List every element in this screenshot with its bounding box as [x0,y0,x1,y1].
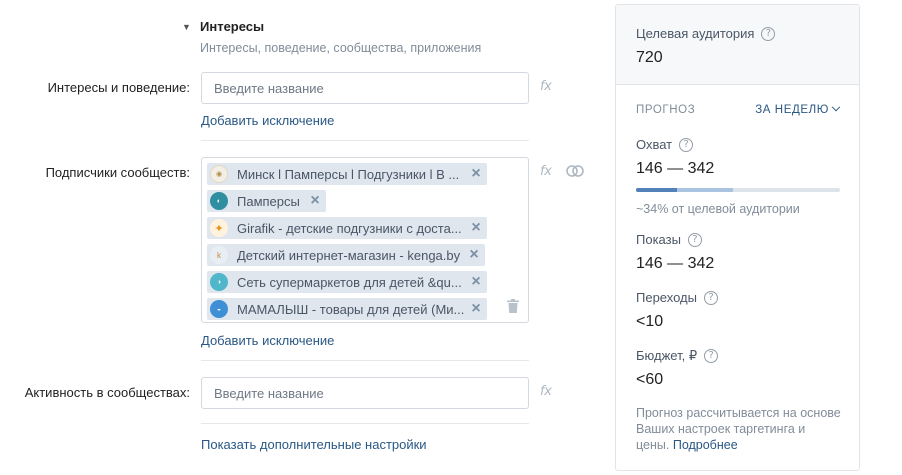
community-token: ✦ Girafik - детские подгузники с доста..… [207,217,487,239]
divider [201,360,529,361]
activity-input-wrapper [201,377,529,409]
community-token: ◑ Сеть супермаркетов для детей &qu... × [207,271,487,293]
reach-label: Охват ? [636,137,694,152]
impressions-label-text: Показы [636,232,681,247]
divider [201,140,529,141]
pampers-minsk-avatar-icon: ◉ [210,165,228,183]
section-title: Интересы [200,19,265,34]
activity-fx-icon[interactable]: fx [540,384,552,399]
mamalysh-avatar-icon: ◒ [210,300,228,318]
community-token: ◒ МАМАЛЫШ - товары для детей (Ми... × [207,298,487,320]
remove-token-close-icon[interactable]: × [465,217,487,239]
forecast-footnote: Прогноз рассчитывается на основе Ваших н… [636,405,841,453]
help-question-icon[interactable]: ? [704,349,719,363]
section-subtitle: Интересы, поведение, сообщества, приложе… [200,41,482,55]
help-question-icon[interactable]: ? [703,290,718,305]
supermarket-avatar-icon: ◑ [210,273,228,291]
activity-label: Активность в сообществах: [24,385,190,400]
remove-token-close-icon[interactable]: × [465,271,487,293]
audience-label-text: Целевая аудитория [636,26,755,41]
budget-label-text: Бюджет, ₽ [636,348,698,363]
impressions-value: 146 — 342 [636,255,715,272]
intersection-rings-icon[interactable] [566,164,584,178]
interests-add-exclusion-link[interactable]: Добавить исключение [201,113,334,128]
reach-value: 146 — 342 [636,160,715,177]
impressions-label: Показы ? [636,232,702,247]
community-token-name: МАМАЛЫШ - товары для детей (Ми... [237,301,465,317]
chevron-down-icon [831,102,841,112]
help-question-icon[interactable]: ? [761,26,776,41]
subscribers-token-field[interactable]: ◉ Минск l Памперсы l Подгузники l В ... … [201,157,529,323]
girafik-avatar-icon: ✦ [210,219,228,237]
remove-token-close-icon[interactable]: × [463,244,485,266]
reach-label-text: Охват [636,137,673,152]
show-more-settings-link[interactable]: Показать дополнительные настройки [201,437,427,452]
community-token-name: Сеть супермаркетов для детей &qu... [237,274,462,290]
forecast-panel: Целевая аудитория ? 720 ПРОГНОЗ ЗА НЕДЕЛ… [615,4,860,471]
subscribers-fx-icon[interactable]: fx [540,164,552,179]
clicks-label-text: Переходы [636,290,697,305]
reach-progress-bar [636,188,840,192]
budget-value: <60 [636,371,664,388]
forecast-label: ПРОГНОЗ [636,104,696,116]
audience-summary [616,5,859,85]
budget-label: Бюджет, ₽ ? [636,348,719,364]
community-token: ◐ Памперсы × [207,190,326,212]
audience-label: Целевая аудитория ? [636,26,776,41]
interests-label: Интересы и поведение: [47,80,190,95]
pampers-avatar-icon: ◐ [210,192,228,210]
help-question-icon[interactable]: ? [679,137,694,152]
remove-token-close-icon[interactable]: × [465,163,487,185]
more-info-link[interactable]: Подробнее [673,438,738,452]
clicks-value: <10 [636,313,664,330]
reach-note: ~34% от целевой аудитории [636,202,800,216]
interests-input-wrapper [201,72,529,104]
kenga-avatar-icon: k [210,246,228,264]
divider [201,423,529,424]
reach-bar-low [636,188,678,192]
community-token-name: Памперсы [237,193,300,209]
remove-token-close-icon[interactable]: × [465,298,487,320]
community-token-name: Girafik - детские подгузники с доста... [237,220,462,236]
help-question-icon[interactable]: ? [687,232,702,247]
period-dropdown[interactable]: ЗА НЕДЕЛЮ [755,102,841,116]
remove-token-close-icon[interactable]: × [304,190,326,212]
clicks-label: Переходы ? [636,290,718,305]
community-token-name: Минск l Памперсы l Подгузники l В ... [237,166,460,182]
interests-input[interactable] [202,73,528,103]
subscribers-add-exclusion-link[interactable]: Добавить исключение [201,333,334,348]
footnote-text: Прогноз рассчитывается на основе Ваших н… [636,406,841,452]
collapse-triangle-icon[interactable]: ▼ [182,22,191,32]
audience-value: 720 [636,49,663,66]
period-label: ЗА НЕДЕЛЮ [755,104,829,116]
community-token: ◉ Минск l Памперсы l Подгузники l В ... … [207,163,487,185]
trash-icon[interactable] [507,299,519,313]
subscribers-label: Подписчики сообществ: [45,165,190,180]
community-token: k Детский интернет-магазин - kenga.by × [207,244,485,266]
activity-input[interactable] [202,378,528,408]
interests-fx-icon[interactable]: fx [540,79,552,94]
community-token-name: Детский интернет-магазин - kenga.by [237,247,461,263]
